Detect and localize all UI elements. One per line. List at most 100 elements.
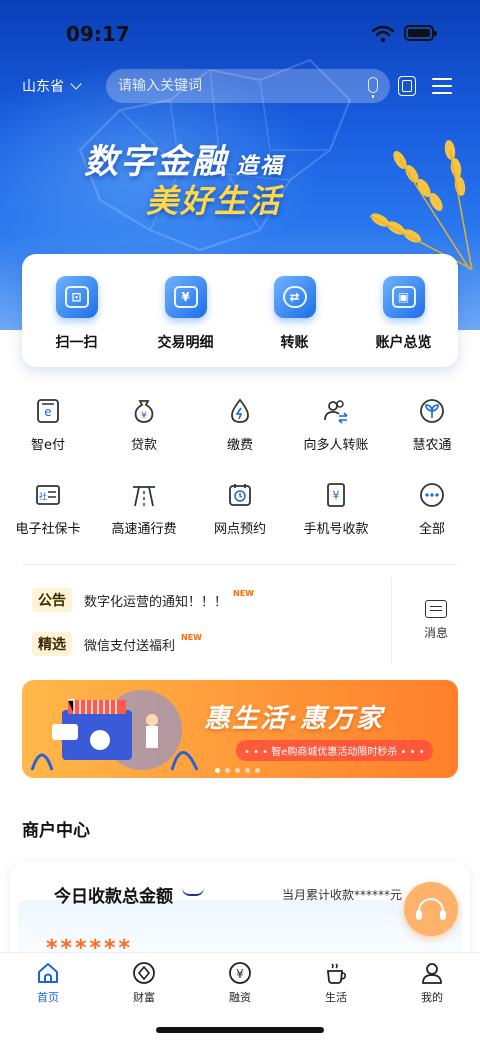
message-label: 消息 <box>423 626 448 640</box>
account-overview-icon: ▣ <box>382 276 425 318</box>
service-label: 网点预约 <box>213 522 266 537</box>
wifi-icon <box>372 25 394 43</box>
notice-panel: 公告 数字化运营的通知！！！ NEW 精选 微信支付送福利 NEW 消息 <box>22 578 458 668</box>
service-label: 贷款 <box>130 438 157 453</box>
coffee-cup-icon <box>324 961 348 985</box>
service-social-security-card[interactable]: 社 电子社保卡 <box>0 480 96 564</box>
service-grid: e 智e付 ¥ 贷款 缴费 向多人转账 慧农通 社 电子社保卡 高速通行费 网点… <box>0 396 480 564</box>
eye-closed-icon[interactable] <box>182 888 204 896</box>
user-icon <box>420 961 444 985</box>
service-phone-receive[interactable]: ¥ 手机号收款 <box>288 480 384 564</box>
slogan-line-2: 美好生活 <box>146 182 283 220</box>
divider <box>22 564 458 565</box>
service-branch-appointment[interactable]: 网点预约 <box>192 480 288 564</box>
home-icon <box>36 961 60 985</box>
notice-text: 数字化运营的通知！！！ <box>84 594 228 610</box>
quick-actions-card: ⊡ 扫一扫 ¥ 交易明细 ⇄ 转账 ▣ 账户总览 <box>22 254 458 367</box>
multi-transfer-icon <box>321 396 351 426</box>
tab-life[interactable]: 生活 <box>288 953 384 1009</box>
tab-home[interactable]: 首页 <box>0 953 96 1009</box>
service-multi-transfer[interactable]: 向多人转账 <box>288 396 384 480</box>
carousel-dot <box>255 768 260 773</box>
e-pay-icon: e <box>33 396 63 426</box>
service-label: 智e付 <box>31 438 65 453</box>
customer-service-button[interactable] <box>404 882 458 936</box>
promo-banner[interactable]: 惠生活·惠万家 • • • 智e购商城优惠活动限时秒杀 • • • <box>22 680 458 778</box>
today-amount-label: 今日收款总金额 <box>54 887 173 907</box>
tab-label: 生活 <box>325 991 347 1004</box>
tab-financing[interactable]: ¥ 融资 <box>192 953 288 1009</box>
message-button[interactable]: 消息 <box>414 600 458 641</box>
svg-text:¥: ¥ <box>333 489 340 502</box>
service-all[interactable]: 全部 <box>384 480 480 564</box>
quick-action-transfer[interactable]: ⇄ 转账 <box>240 254 349 367</box>
notice-divider <box>391 578 392 664</box>
transfer-icon: ⇄ <box>273 276 316 318</box>
search-bar[interactable] <box>106 69 390 103</box>
app-root: 09:17 山东省 数字金融造福 美好生活 <box>0 0 480 1044</box>
new-badge: NEW <box>181 632 202 642</box>
wheat-illustration <box>369 140 473 270</box>
menu-icon[interactable] <box>432 78 452 94</box>
carousel-indicator <box>215 768 260 773</box>
quick-action-label: 扫一扫 <box>55 335 98 351</box>
tab-label: 融资 <box>229 991 251 1004</box>
quick-action-transaction-detail[interactable]: ¥ 交易明细 <box>131 254 240 367</box>
svg-text:社: 社 <box>39 491 47 501</box>
phone-receive-icon: ¥ <box>321 480 351 510</box>
home-indicator <box>156 1027 324 1033</box>
highway-toll-icon <box>129 480 159 510</box>
region-selector[interactable]: 山东省 <box>22 76 82 96</box>
service-e-pay[interactable]: e 智e付 <box>0 396 96 480</box>
transaction-detail-icon: ¥ <box>164 276 207 318</box>
payment-icon <box>225 396 255 426</box>
wealth-icon <box>132 961 156 985</box>
service-agriculture[interactable]: 慧农通 <box>384 396 480 480</box>
status-bar: 09:17 <box>0 0 480 70</box>
service-label: 高速通行费 <box>111 522 177 537</box>
tab-label: 财富 <box>133 991 155 1004</box>
quick-action-scan[interactable]: ⊡ 扫一扫 <box>22 254 131 367</box>
service-label: 慧农通 <box>412 438 452 453</box>
tab-label: 我的 <box>421 991 443 1004</box>
service-label: 手机号收款 <box>303 522 369 537</box>
service-label: 向多人转账 <box>303 438 369 453</box>
banner-subtitle: • • • 智e购商城优惠活动限时秒杀 • • • <box>236 740 433 761</box>
shopping-illustration <box>30 690 199 771</box>
service-row: e 智e付 ¥ 贷款 缴费 向多人转账 慧农通 <box>0 396 480 480</box>
svg-text:¥: ¥ <box>236 967 244 981</box>
battery-icon <box>404 25 437 41</box>
region-label: 山东省 <box>22 79 64 95</box>
tab-mine[interactable]: 我的 <box>384 953 480 1009</box>
search-input[interactable] <box>118 78 348 94</box>
quick-action-label: 账户总览 <box>375 335 432 351</box>
notice-tag: 精选 <box>32 632 72 656</box>
status-time: 09:17 <box>66 22 130 46</box>
notice-item[interactable]: 公告 数字化运营的通知！！！ NEW <box>32 586 254 614</box>
service-loan[interactable]: ¥ 贷款 <box>96 396 192 480</box>
month-total-label: 当月累计收款******元 <box>282 888 403 902</box>
yuan-icon: ¥ <box>228 961 252 985</box>
carousel-dot <box>235 768 240 773</box>
notice-text: 微信支付送福利 <box>84 638 176 654</box>
notice-tag: 公告 <box>32 588 72 612</box>
service-highway-toll[interactable]: 高速通行费 <box>96 480 192 564</box>
notice-item[interactable]: 精选 微信支付送福利 NEW <box>32 630 202 658</box>
carousel-dot <box>245 768 250 773</box>
carousel-dot-active <box>215 768 220 773</box>
tab-wealth[interactable]: 财富 <box>96 953 192 1009</box>
quick-action-label: 转账 <box>280 335 309 351</box>
message-icon <box>425 600 447 618</box>
headset-icon <box>416 898 446 920</box>
quick-action-account-overview[interactable]: ▣ 账户总览 <box>349 254 458 367</box>
svg-text:¥: ¥ <box>141 411 147 421</box>
scan-frame-icon[interactable] <box>398 76 416 96</box>
carousel-dot <box>225 768 230 773</box>
microphone-icon[interactable] <box>368 77 378 98</box>
scan-icon: ⊡ <box>55 276 98 318</box>
agriculture-icon <box>417 396 447 426</box>
service-payment[interactable]: 缴费 <box>192 396 288 480</box>
service-label: 全部 <box>418 522 445 537</box>
banner-title: 惠生活·惠万家 <box>204 704 384 734</box>
loan-icon: ¥ <box>129 396 159 426</box>
